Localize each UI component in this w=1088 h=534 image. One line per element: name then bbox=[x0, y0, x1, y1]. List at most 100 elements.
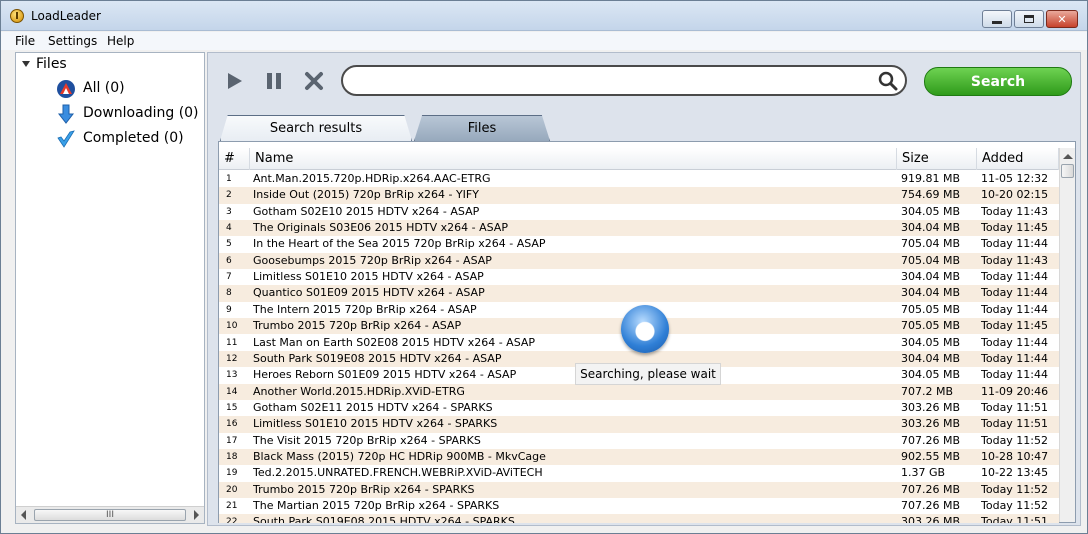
collapse-caret-icon[interactable] bbox=[22, 61, 30, 67]
scrollbar-thumb[interactable] bbox=[1061, 164, 1074, 178]
app-logo-icon bbox=[10, 9, 24, 23]
row-number: 16 bbox=[226, 419, 238, 430]
row-name: Heroes Reborn S01E09 2015 HDTV x264 - AS… bbox=[253, 368, 517, 382]
stop-button[interactable] bbox=[301, 69, 327, 93]
row-name: Ant.Man.2015.720p.HDRip.x264.AAC-ETRG bbox=[253, 172, 491, 185]
table-row[interactable]: 3 Gotham S02E10 2015 HDTV x264 - ASAP 304.… bbox=[219, 203, 1059, 221]
close-button[interactable]: ✕ bbox=[1046, 10, 1078, 28]
tree-item-label: Completed (0) bbox=[83, 130, 184, 146]
tree-root-files[interactable]: Files bbox=[36, 56, 67, 72]
row-number: 15 bbox=[226, 402, 238, 413]
row-name: Quantico S01E09 2015 HDTV x264 - ASAP bbox=[253, 286, 485, 300]
search-input[interactable] bbox=[357, 72, 867, 90]
table-row[interactable]: 16 Limitless S01E10 2015 HDTV x264 - SPAR… bbox=[219, 416, 1059, 433]
row-name: Trumbo 2015 720p BrRip x264 - SPARKS bbox=[253, 482, 475, 496]
table-row[interactable]: 17 The Visit 2015 720p BrRip x264 - SPARK… bbox=[219, 432, 1059, 449]
scroll-left-icon[interactable] bbox=[21, 510, 26, 520]
row-added: Today 11:44 bbox=[981, 351, 1049, 365]
row-name: South Park S019E08 2015 HDTV x264 - SPAR… bbox=[253, 515, 515, 523]
table-row[interactable]: 1 Ant.Man.2015.720p.HDRip.x264.AAC-ETRG 91… bbox=[219, 171, 1059, 188]
table-row[interactable]: 5 In the Heart of the Sea 2015 720p BrRip… bbox=[219, 236, 1059, 253]
row-number: 13 bbox=[226, 370, 238, 381]
menu-settings[interactable]: Settings bbox=[48, 34, 97, 48]
row-size: 902.55 MB bbox=[901, 449, 961, 463]
column-header-size[interactable]: Size bbox=[897, 148, 977, 170]
row-name: Last Man on Earth S02E08 2015 HDTV x264 … bbox=[253, 335, 536, 349]
column-header-added[interactable]: Added bbox=[977, 148, 1059, 170]
download-arrow-icon bbox=[57, 104, 75, 124]
table-row[interactable]: 2 Inside Out (2015) 720p BrRip x264 - YIF… bbox=[219, 187, 1059, 204]
column-header-name[interactable]: Name bbox=[250, 148, 897, 170]
search-box[interactable] bbox=[341, 65, 907, 96]
row-added: Today 11:52 bbox=[981, 482, 1049, 496]
row-name: The Visit 2015 720p BrRip x264 - SPARKS bbox=[253, 433, 481, 447]
row-added: Today 11:44 bbox=[981, 335, 1049, 349]
row-added: Today 11:45 bbox=[981, 221, 1049, 235]
row-added: Today 11:51 bbox=[981, 515, 1049, 523]
table-row[interactable]: 4 The Originals S03E06 2015 HDTV x264 - A… bbox=[219, 220, 1059, 237]
row-size: 304.05 MB bbox=[901, 368, 961, 382]
tab-search-results[interactable]: Search results bbox=[220, 115, 412, 141]
play-button[interactable] bbox=[222, 69, 248, 93]
table-row[interactable]: 14 Another World.2015.HDRip.XViD-ETRG 707.… bbox=[219, 383, 1059, 400]
table-row[interactable]: 20 Trumbo 2015 720p BrRip x264 - SPARKS 70… bbox=[219, 481, 1059, 498]
row-number: 5 bbox=[226, 239, 232, 250]
row-number: 1 bbox=[226, 174, 232, 184]
pause-button[interactable] bbox=[261, 69, 287, 93]
grid-header: # Name Size Added bbox=[219, 148, 1059, 170]
tree-item-label: Downloading (0) bbox=[83, 105, 199, 121]
menu-bar: File Settings Help bbox=[1, 32, 1087, 50]
scrollbar-thumb[interactable]: III bbox=[34, 509, 186, 521]
maximize-button[interactable] bbox=[1014, 10, 1044, 28]
table-row[interactable]: 22 South Park S019E08 2015 HDTV x264 - SP… bbox=[219, 514, 1059, 523]
row-size: 707.26 MB bbox=[901, 433, 961, 447]
row-size: 705.04 MB bbox=[901, 253, 961, 267]
row-name: Goosebumps 2015 720p BrRip x264 - ASAP bbox=[253, 253, 492, 267]
column-header-number[interactable]: # bbox=[219, 148, 250, 170]
search-icon[interactable] bbox=[877, 70, 899, 92]
row-added: Today 11:44 bbox=[981, 270, 1049, 284]
search-button[interactable]: Search bbox=[924, 67, 1072, 96]
menu-help[interactable]: Help bbox=[107, 34, 134, 48]
tab-files[interactable]: Files bbox=[414, 115, 550, 141]
row-added: Today 11:45 bbox=[981, 319, 1049, 333]
files-tree: Files All (0) Downloading (0) Completed … bbox=[15, 52, 205, 524]
row-size: 303.26 MB bbox=[901, 400, 961, 414]
row-number: 20 bbox=[226, 484, 238, 495]
table-row[interactable]: 8 Quantico S01E09 2015 HDTV x264 - ASAP 30… bbox=[219, 285, 1059, 302]
grid-vertical-scrollbar[interactable] bbox=[1059, 148, 1075, 522]
scroll-up-icon[interactable] bbox=[1063, 154, 1073, 159]
row-added: 10-22 13:45 bbox=[981, 466, 1049, 480]
table-row[interactable]: 7 Limitless S01E10 2015 HDTV x264 - ASAP 3… bbox=[219, 269, 1059, 286]
row-number: 11 bbox=[226, 337, 238, 348]
table-row[interactable]: 15 Gotham S02E11 2015 HDTV x264 - SPARKS 3… bbox=[219, 399, 1059, 417]
row-number: 22 bbox=[226, 517, 238, 523]
row-name: The Intern 2015 720p BrRip x264 - ASAP bbox=[253, 302, 477, 316]
row-added: 10-28 10:47 bbox=[981, 449, 1049, 463]
row-added: Today 11:44 bbox=[981, 368, 1049, 382]
table-row[interactable]: 19 Ted.2.2015.UNRATED.FRENCH.WEBRiP.XViD-… bbox=[219, 465, 1059, 482]
row-added: Today 11:44 bbox=[981, 237, 1049, 251]
row-size: 705.04 MB bbox=[901, 237, 961, 251]
menu-file[interactable]: File bbox=[15, 34, 35, 48]
tree-horizontal-scrollbar[interactable]: III bbox=[16, 506, 204, 523]
row-number: 12 bbox=[226, 353, 238, 364]
row-name: In the Heart of the Sea 2015 720p BrRip … bbox=[253, 237, 546, 251]
tree-item-label: All (0) bbox=[83, 80, 125, 96]
row-added: Today 11:43 bbox=[981, 253, 1049, 267]
row-size: 304.05 MB bbox=[901, 204, 961, 218]
row-number: 18 bbox=[226, 451, 238, 462]
row-size: 303.26 MB bbox=[901, 515, 961, 523]
row-number: 7 bbox=[226, 272, 232, 283]
table-row[interactable]: 18 Black Mass (2015) 720p HC HDRip 900MB … bbox=[219, 448, 1059, 466]
minimize-button[interactable] bbox=[982, 10, 1012, 28]
row-name: Ted.2.2015.UNRATED.FRENCH.WEBRiP.XViD-AV… bbox=[253, 466, 543, 480]
row-size: 705.05 MB bbox=[901, 302, 961, 316]
row-name: Limitless S01E10 2015 HDTV x264 - SPARKS bbox=[253, 417, 498, 431]
row-number: 19 bbox=[226, 468, 238, 479]
row-size: 1.37 GB bbox=[901, 466, 946, 480]
scroll-right-icon[interactable] bbox=[194, 510, 199, 520]
table-row[interactable]: 6 Goosebumps 2015 720p BrRip x264 - ASAP 7… bbox=[219, 252, 1059, 270]
table-row[interactable]: 21 The Martian 2015 720p BrRip x264 - SPA… bbox=[219, 498, 1059, 515]
row-name: Gotham S02E11 2015 HDTV x264 - SPARKS bbox=[253, 400, 493, 414]
